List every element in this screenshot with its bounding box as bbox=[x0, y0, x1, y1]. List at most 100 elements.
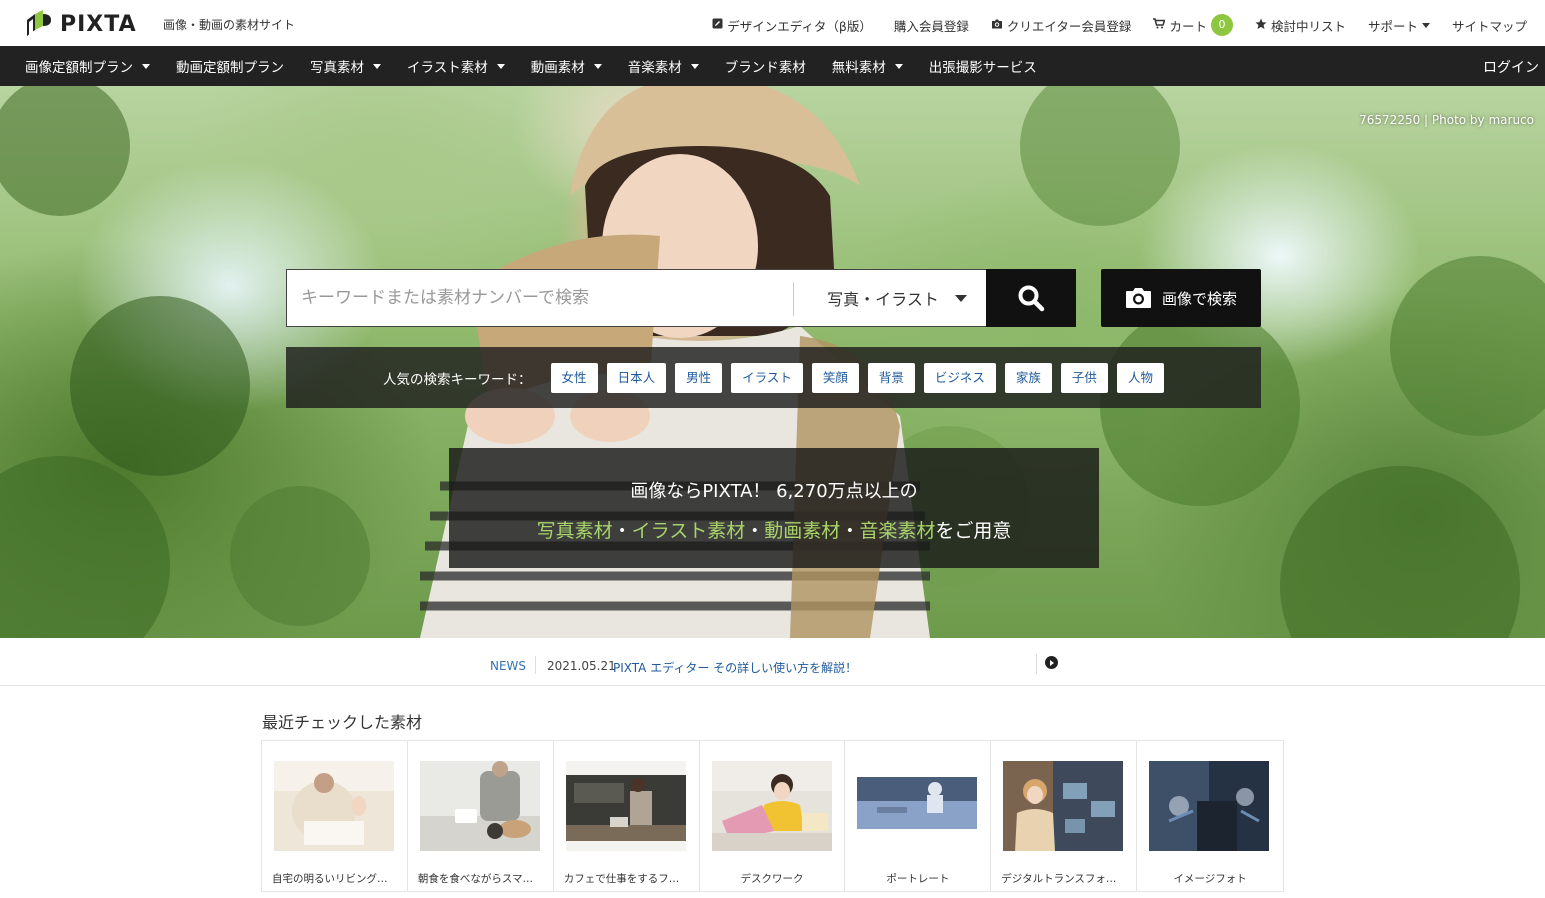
keyword-chip[interactable]: 日本人 bbox=[606, 362, 667, 393]
news-headline-link[interactable]: PIXTA エディター その詳しい使い方を解説！ bbox=[613, 659, 857, 676]
keyword-chip[interactable]: ビジネス bbox=[923, 362, 996, 393]
cart-icon bbox=[1153, 18, 1166, 32]
recent-item-caption: デスクワーク bbox=[740, 873, 804, 885]
keyword-chip[interactable]: 家族 bbox=[1004, 362, 1052, 393]
search-icon bbox=[1018, 285, 1045, 312]
thumbnail-image bbox=[857, 761, 978, 851]
thumbnail-image bbox=[1003, 761, 1124, 851]
support-menu[interactable]: サポート bbox=[1368, 16, 1430, 35]
main-nav: 画像定額制プラン 動画定額制プラン 写真素材 イラスト素材 動画素材 音楽素材 … bbox=[0, 46, 1545, 86]
image-search-button[interactable]: 画像で検索 bbox=[1101, 269, 1261, 327]
nav-illustrations[interactable]: イラスト素材 bbox=[407, 56, 505, 76]
camera-icon bbox=[1125, 288, 1151, 308]
chevron-down-icon bbox=[690, 63, 699, 69]
cart-label: カート bbox=[1169, 18, 1207, 34]
keyword-chip[interactable]: 女性 bbox=[550, 362, 598, 393]
recent-item[interactable]: デジタルトランスフォー… bbox=[991, 741, 1138, 891]
chevron-down-icon bbox=[1421, 22, 1430, 28]
recent-item-caption: イメージフォト bbox=[1173, 873, 1247, 885]
nav-photos[interactable]: 写真素材 bbox=[310, 56, 381, 76]
recent-item[interactable]: 朝食を食べながらスマー… bbox=[408, 741, 554, 891]
thumbnail-image bbox=[274, 761, 394, 851]
hero-banner: 76572250 | Photo by maruco 写真・イラスト 画像で検索… bbox=[0, 86, 1545, 638]
nav-videos[interactable]: 動画素材 bbox=[531, 56, 602, 76]
nav-label: ブランド素材 bbox=[724, 60, 806, 76]
promo-box: 画像ならPIXTA！ 6,270万点以上の 写真素材・イラスト素材・動画素材・音… bbox=[449, 448, 1099, 568]
photo-credit: 76572250 | Photo by maruco bbox=[1359, 113, 1534, 127]
nav-music[interactable]: 音楽素材 bbox=[628, 56, 699, 76]
keyword-chip[interactable]: 笑顔 bbox=[811, 362, 859, 393]
image-search-label: 画像で検索 bbox=[1161, 289, 1237, 308]
chevron-down-icon bbox=[142, 63, 150, 69]
news-date: 2021.05.21 bbox=[547, 659, 616, 673]
promo-link-videos[interactable]: 動画素材 bbox=[764, 520, 840, 542]
news-label: NEWS bbox=[490, 659, 527, 673]
thumbnail-image bbox=[565, 761, 686, 851]
nav-photo-shooting[interactable]: 出張撮影サービス bbox=[929, 56, 1037, 76]
keyword-chip[interactable]: 人物 bbox=[1116, 362, 1164, 393]
star-icon bbox=[1255, 18, 1267, 33]
cart-count-badge: 0 bbox=[1210, 14, 1233, 36]
cart-link[interactable]: カート 0 bbox=[1153, 14, 1233, 36]
recent-item[interactable]: デスクワーク bbox=[700, 741, 846, 891]
nav-label: 音楽素材 bbox=[627, 60, 682, 76]
design-editor-link[interactable]: デザインエディタ（β版） bbox=[712, 16, 872, 35]
nav-free[interactable]: 無料素材 bbox=[832, 56, 903, 76]
promo-link-illustrations[interactable]: イラスト素材 bbox=[632, 520, 746, 542]
nav-brand[interactable]: ブランド素材 bbox=[725, 56, 806, 76]
buyer-register-label: 購入会員登録 bbox=[893, 18, 969, 34]
popular-keywords-label: 人気の検索キーワード： bbox=[383, 371, 532, 388]
creator-register-link[interactable]: クリエイター会員登録 bbox=[991, 16, 1132, 35]
recent-item-caption: 朝食を食べながらスマー… bbox=[417, 873, 544, 885]
sitemap-link[interactable]: サイトマップ bbox=[1452, 16, 1527, 35]
top-header: PIXTA 画像・動画の素材サイト デザインエディタ（β版） 購入会員登録 クリ… bbox=[0, 0, 1545, 46]
recent-item-caption: デジタルトランスフォー… bbox=[1001, 873, 1127, 885]
nav-video-subscription[interactable]: 動画定額制プラン bbox=[176, 56, 284, 76]
photographer-link[interactable]: maruco bbox=[1488, 113, 1534, 127]
chevron-down-icon bbox=[373, 63, 381, 69]
login-link[interactable]: ログイン bbox=[1483, 57, 1539, 77]
keyword-chip[interactable]: 背景 bbox=[867, 362, 915, 393]
recent-item[interactable]: イメージフォト bbox=[1137, 741, 1283, 891]
promo-suffix: をご用意 bbox=[935, 520, 1012, 542]
promo-separator: ・ bbox=[745, 520, 765, 542]
search-button[interactable] bbox=[986, 269, 1076, 327]
nav-image-subscription[interactable]: 画像定額制プラン bbox=[25, 56, 150, 76]
nav-label: イラスト素材 bbox=[407, 60, 488, 76]
support-label: サポート bbox=[1367, 18, 1418, 34]
nav-label: 無料素材 bbox=[831, 60, 886, 76]
recent-item[interactable]: ポートレート bbox=[845, 741, 992, 891]
thumbnail-image bbox=[419, 761, 540, 851]
nav-label: 動画素材 bbox=[530, 60, 585, 76]
header-links: デザインエディタ（β版） 購入会員登録 クリエイター会員登録 カート 0 検討中… bbox=[690, 14, 1527, 36]
search-divider bbox=[793, 282, 794, 316]
chevron-down-icon bbox=[894, 63, 903, 69]
nav-label: 出張撮影サービス bbox=[928, 60, 1037, 76]
promo-subline: 写真素材・イラスト素材・動画素材・音楽素材をご用意 bbox=[449, 516, 1099, 543]
promo-link-music[interactable]: 音楽素材 bbox=[859, 520, 935, 542]
creator-register-label: クリエイター会員登録 bbox=[1006, 18, 1132, 34]
site-tagline: 画像・動画の素材サイト bbox=[163, 18, 296, 32]
search-category-select[interactable]: 写真・イラスト bbox=[807, 270, 987, 326]
pencil-icon bbox=[712, 18, 723, 32]
photo-id[interactable]: 76572250 bbox=[1359, 113, 1420, 127]
recent-item[interactable]: 自宅の明るいリビングで… bbox=[262, 741, 408, 891]
site-logo[interactable]: PIXTA bbox=[24, 10, 137, 38]
nav-label: 動画定額制プラン bbox=[176, 60, 284, 76]
promo-link-photos[interactable]: 写真素材 bbox=[537, 520, 613, 542]
chevron-down-icon bbox=[496, 63, 505, 69]
promo-separator: ・ bbox=[612, 520, 632, 542]
search-input[interactable] bbox=[301, 270, 781, 326]
buyer-register-link[interactable]: 購入会員登録 bbox=[894, 16, 969, 35]
keyword-chip[interactable]: イラスト bbox=[731, 362, 803, 393]
pixta-logo-icon bbox=[24, 10, 54, 38]
next-arrow-icon[interactable] bbox=[1045, 656, 1058, 669]
thumbnail-image bbox=[1149, 761, 1270, 851]
recent-item[interactable]: カフェで仕事をするフリ… bbox=[554, 741, 700, 891]
keyword-chip[interactable]: 男性 bbox=[675, 362, 723, 393]
watchlist-link[interactable]: 検討中リスト bbox=[1255, 16, 1346, 35]
recent-items-list: 自宅の明るいリビングで… 朝食を食べながらスマー… カフェで仕事をするフリ… デ… bbox=[261, 740, 1284, 892]
sitemap-label: サイトマップ bbox=[1451, 18, 1527, 34]
logo-text: PIXTA bbox=[60, 11, 137, 37]
keyword-chip[interactable]: 子供 bbox=[1060, 362, 1108, 393]
